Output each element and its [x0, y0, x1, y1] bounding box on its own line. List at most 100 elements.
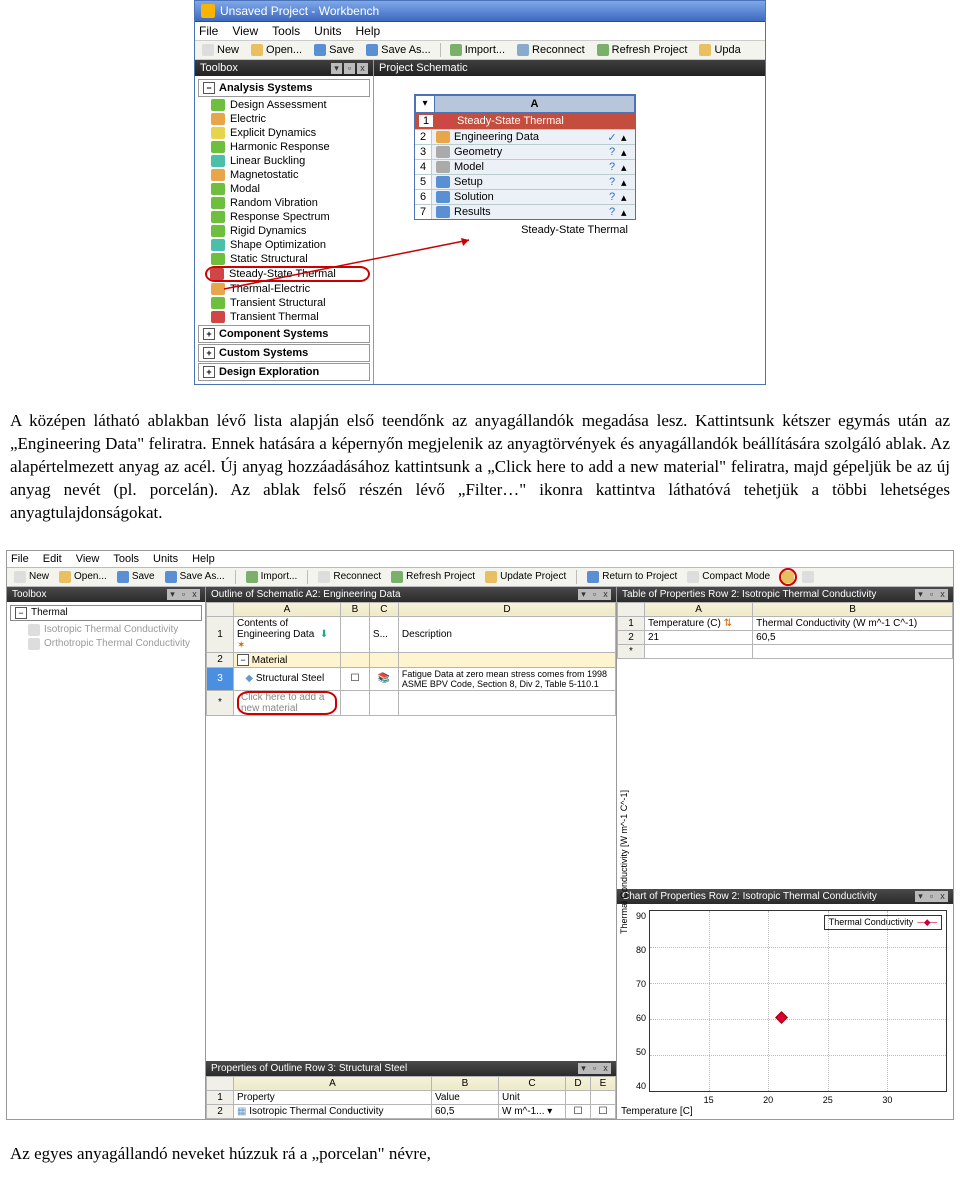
analysis-item[interactable]: Transient Thermal	[195, 310, 373, 324]
design-exploration-header[interactable]: +Design Exploration	[198, 363, 370, 381]
ed-tb-extra[interactable]	[799, 570, 817, 584]
sys-corner[interactable]: ▾	[415, 95, 434, 113]
analysis-item[interactable]: Design Assessment	[195, 98, 373, 112]
ed-tb-import[interactable]: Import...	[243, 570, 301, 584]
chevron-icon[interactable]: ▴	[621, 176, 635, 189]
update-icon	[699, 44, 711, 56]
analysis-item[interactable]: Magnetostatic	[195, 168, 373, 182]
tb-import[interactable]: Import...	[447, 43, 508, 57]
title-bar[interactable]: Unsaved Project - Workbench	[195, 1, 765, 22]
analysis-item[interactable]: Linear Buckling	[195, 154, 373, 168]
menu-help[interactable]: Help	[356, 24, 381, 38]
analysis-item[interactable]: Static Structural	[195, 252, 373, 266]
tb-refresh[interactable]: Refresh Project	[594, 43, 691, 57]
save-icon	[117, 571, 129, 583]
ed-tb-new[interactable]: New	[11, 570, 52, 584]
thermal-group[interactable]: −Thermal	[10, 605, 202, 621]
status-icon: ?	[603, 206, 621, 218]
analysis-item[interactable]: Rigid Dynamics	[195, 224, 373, 238]
library-icon[interactable]: 📚	[369, 667, 398, 690]
ed-tb-filter[interactable]	[781, 570, 795, 584]
chevron-icon[interactable]: ▴	[621, 131, 635, 144]
new-icon	[202, 44, 214, 56]
iso-thermal-item[interactable]: Isotropic Thermal Conductivity	[10, 623, 202, 637]
schematic-header: Project Schematic	[374, 60, 765, 76]
status-icon: ?	[603, 161, 621, 173]
ed-menu-help[interactable]: Help	[192, 553, 215, 565]
system-icon	[211, 127, 225, 139]
tb-new[interactable]: New	[199, 43, 242, 57]
ed-tb-saveas[interactable]: Save As...	[162, 570, 228, 584]
temp-header: Temperature (C) ⇅	[645, 616, 753, 630]
custom-systems-header[interactable]: +Custom Systems	[198, 344, 370, 362]
analysis-item[interactable]: Random Vibration	[195, 196, 373, 210]
outline-title: Outline of Schematic A2: Engineering Dat…	[206, 587, 616, 602]
prop-icon	[28, 638, 40, 650]
sys-row[interactable]: 5Setup?▴	[415, 174, 635, 189]
analysis-item[interactable]: Steady-State Thermal	[205, 266, 370, 282]
menu-file[interactable]: File	[199, 24, 218, 38]
ortho-thermal-item[interactable]: Orthotropic Thermal Conductivity	[10, 637, 202, 651]
ed-tb-save[interactable]: Save	[114, 570, 158, 584]
unit-cell[interactable]: W m^-1... ▾	[499, 1104, 566, 1118]
sys-row[interactable]: 7Results?▴	[415, 204, 635, 219]
analysis-item[interactable]: Electric	[195, 112, 373, 126]
ed-menu-tools[interactable]: Tools	[113, 553, 139, 565]
prop-row[interactable]: ▦ Isotropic Thermal Conductivity	[234, 1104, 432, 1118]
analysis-item[interactable]: Explicit Dynamics	[195, 126, 373, 140]
component-systems-header[interactable]: +Component Systems	[198, 325, 370, 343]
menu-tools[interactable]: Tools	[272, 24, 300, 38]
ed-tb-open[interactable]: Open...	[56, 570, 110, 584]
menu-units[interactable]: Units	[314, 24, 341, 38]
sys-title-row[interactable]: 1Steady-State Thermal	[415, 113, 635, 129]
project-schematic-panel: Project Schematic ▾ A 1Steady-State Ther…	[374, 60, 765, 250]
sys-row[interactable]: 2Engineering Data✓▴	[415, 129, 635, 144]
new-icon	[14, 571, 26, 583]
tb-reconnect[interactable]: Reconnect	[514, 43, 588, 57]
ed-menu-units[interactable]: Units	[153, 553, 178, 565]
analysis-item[interactable]: Shape Optimization	[195, 238, 373, 252]
chevron-icon[interactable]: ▴	[621, 161, 635, 174]
analysis-item[interactable]: Transient Structural	[195, 296, 373, 310]
analysis-item[interactable]: Modal	[195, 182, 373, 196]
tb-save[interactable]: Save	[311, 43, 357, 57]
body-paragraph-1: A középen látható ablakban lévő lista al…	[0, 402, 960, 533]
ed-menu-view[interactable]: View	[76, 553, 100, 565]
ed-menu-file[interactable]: File	[11, 553, 29, 565]
sys-row[interactable]: 3Geometry?▴	[415, 144, 635, 159]
tb-update[interactable]: Upda	[696, 43, 743, 57]
tb-open[interactable]: Open...	[248, 43, 305, 57]
system-icon	[211, 211, 225, 223]
y-ticks: 908070605040	[628, 911, 646, 1091]
analysis-item[interactable]: Thermal-Electric	[195, 282, 373, 296]
chevron-icon[interactable]: ▴	[621, 146, 635, 159]
ed-tb-return[interactable]: Return to Project	[584, 570, 680, 584]
analysis-item[interactable]: Harmonic Response	[195, 140, 373, 154]
sys-row[interactable]: 6Solution?▴	[415, 189, 635, 204]
filter-icon	[782, 571, 794, 583]
cell-icon	[436, 131, 450, 143]
analysis-item[interactable]: Response Spectrum	[195, 210, 373, 224]
props-table: ABCDE 1PropertyValueUnit 2▦ Isotropic Th…	[206, 1076, 616, 1119]
ed-menu-edit[interactable]: Edit	[43, 553, 62, 565]
system-icon	[211, 297, 225, 309]
sys-row[interactable]: 4Model?▴	[415, 159, 635, 174]
chart-panel: Thermal Conductivity─◆─ Thermal Conducti…	[617, 904, 953, 1119]
reconnect-icon	[517, 44, 529, 56]
structural-steel-row[interactable]: ◆ Structural Steel	[234, 667, 341, 690]
ed-tb-refresh[interactable]: Refresh Project	[388, 570, 478, 584]
ed-tb-reconnect[interactable]: Reconnect	[315, 570, 384, 584]
ed-tb-update[interactable]: Update Project	[482, 570, 569, 584]
chevron-icon[interactable]: ▴	[621, 206, 635, 219]
menu-view[interactable]: View	[232, 24, 258, 38]
min-icon[interactable]: ▫	[344, 63, 355, 74]
material-group[interactable]: − Material	[234, 652, 341, 667]
pin-icon[interactable]: ▾	[331, 63, 342, 74]
tb-saveas[interactable]: Save As...	[363, 43, 434, 57]
ed-tb-compact[interactable]: Compact Mode	[684, 570, 773, 584]
chevron-icon[interactable]: ▴	[621, 191, 635, 204]
data-point	[775, 1011, 788, 1024]
analysis-systems-header[interactable]: −Analysis Systems	[198, 79, 370, 97]
close-icon[interactable]: x	[357, 63, 368, 74]
add-material-row[interactable]: Click here to add a new material	[234, 690, 341, 715]
